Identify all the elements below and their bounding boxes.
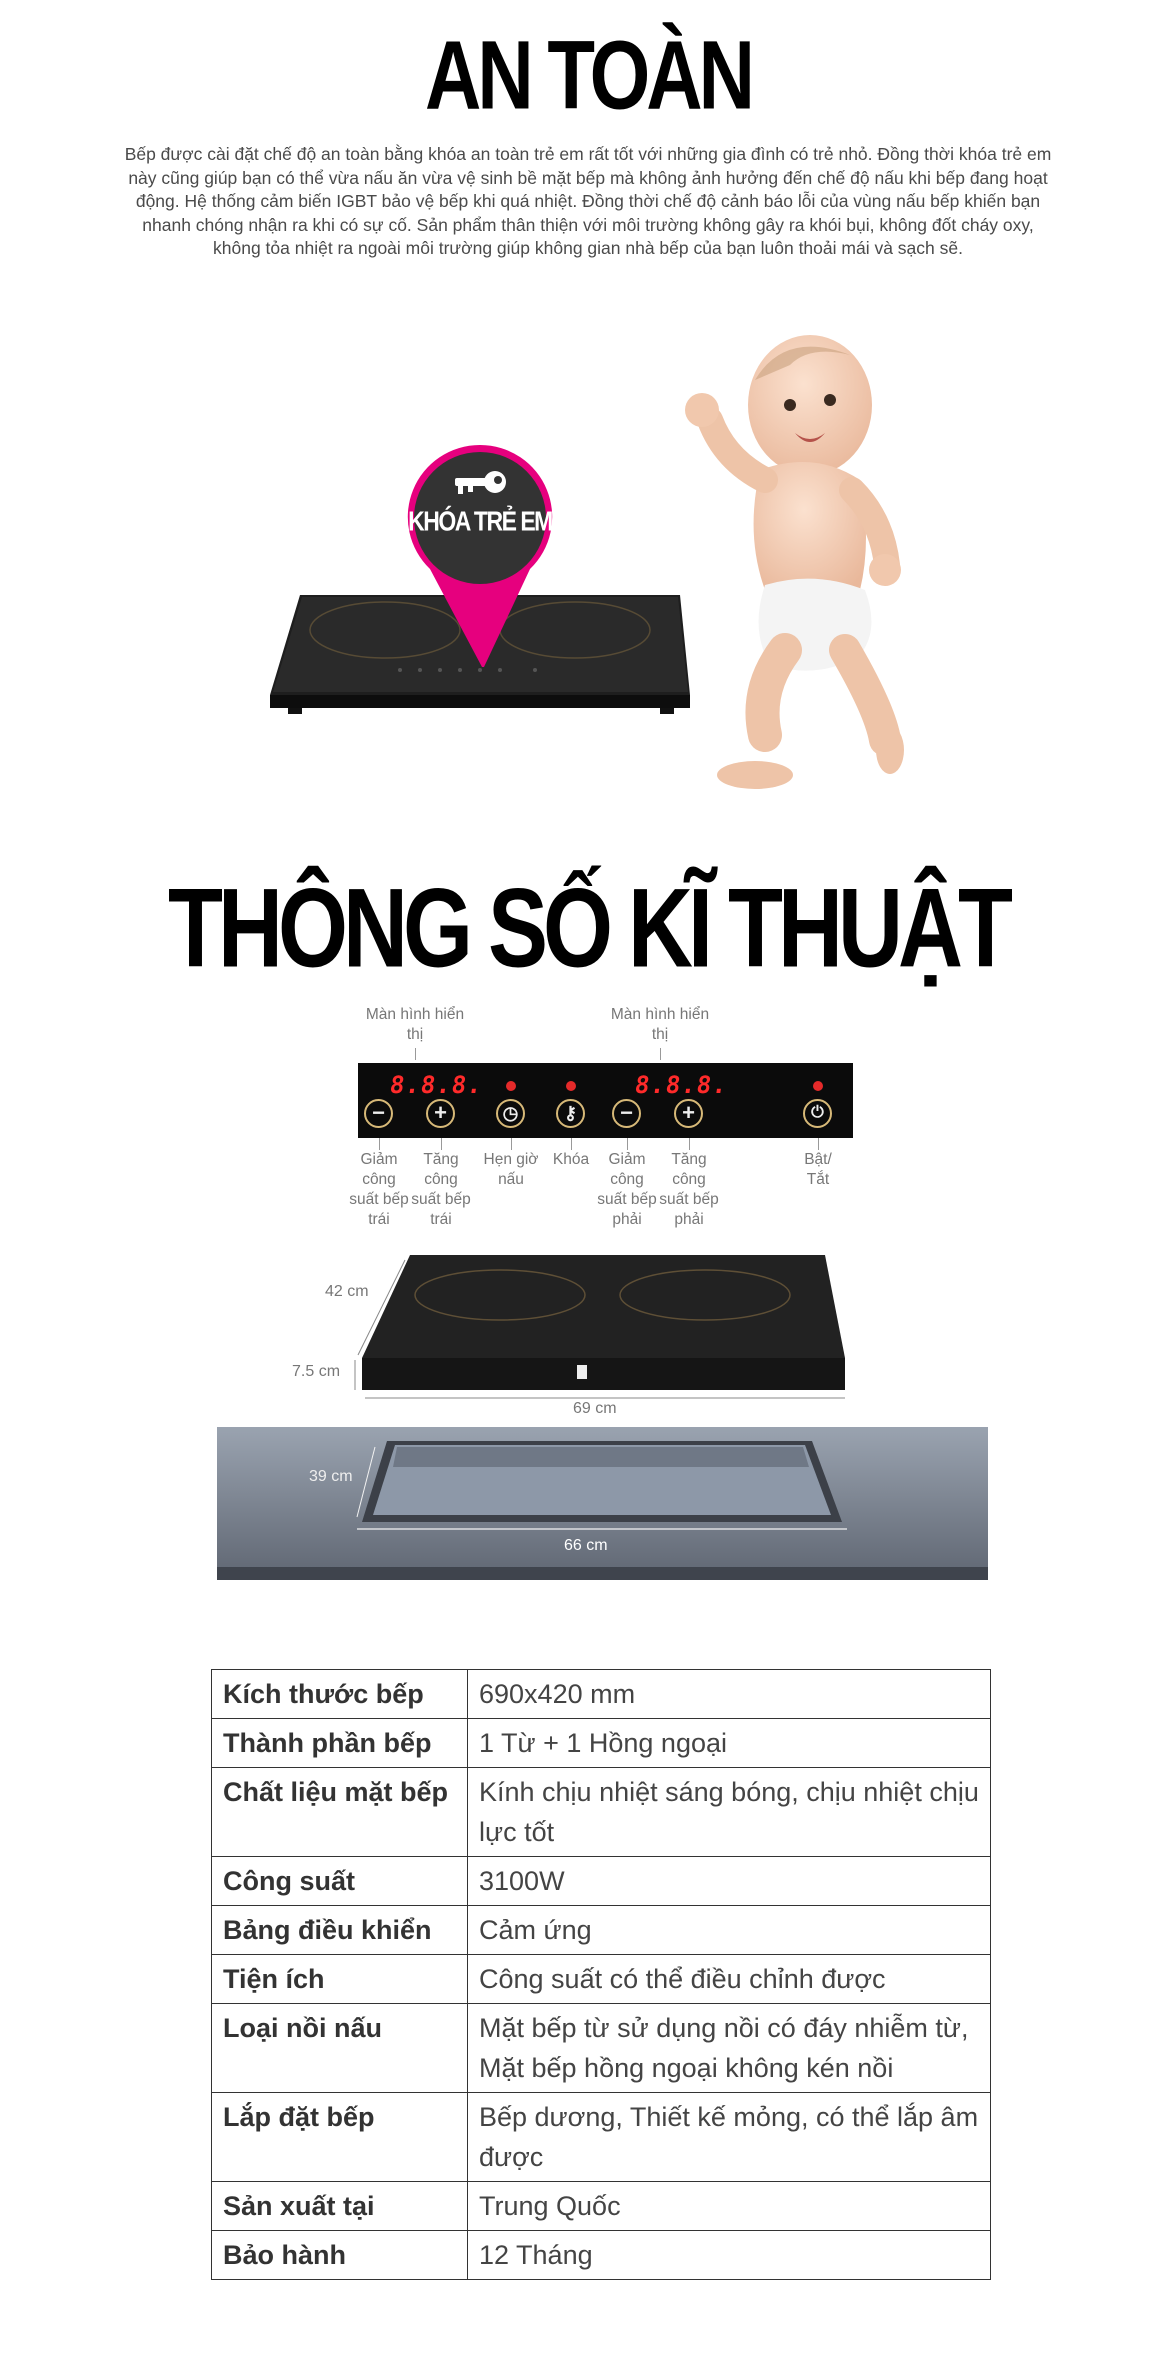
control-label-power-down-right: Giảm công suất bếp phải	[597, 1151, 657, 1228]
table-row: Tiện ích Công suất có thể điều chỉnh được	[211, 1954, 991, 2004]
safety-title: AN TOÀN	[425, 19, 755, 130]
baby-image	[685, 335, 904, 789]
safety-paragraph: Bếp được cài đặt chế độ an toàn bằng khó…	[124, 144, 1052, 258]
table-row: Loại nồi nấu Mặt bếp từ sử dụng nồi có đá…	[211, 2003, 991, 2093]
spec-value: 12 Tháng	[467, 2230, 991, 2280]
control-label-power-up-right: Tăng công suất bếp phải	[659, 1151, 719, 1228]
timer-button[interactable]: ◷	[496, 1099, 525, 1128]
power-toggle-button[interactable]: ⏻	[803, 1099, 832, 1128]
spec-table: Kích thước bếp 690x420 mm Thành phần bếp 1 …	[211, 1669, 991, 2280]
power-up-left-button[interactable]: +	[426, 1099, 455, 1128]
spec-value: Công suất có thể điều chỉnh được	[467, 1954, 991, 2004]
control-label-power-down-left: Giảm công suất bếp trái	[349, 1151, 409, 1228]
power-down-right-button[interactable]: −	[612, 1099, 641, 1128]
control-label-power-toggle: Bật/ Tắt	[804, 1151, 832, 1188]
table-row: Bảng điều khiển Cảm ứng	[211, 1905, 991, 1955]
spec-key: Công suất	[211, 1856, 468, 1906]
cooktop-dimension-image	[354, 1255, 845, 1399]
table-row: Sản xuất tại Trung Quốc	[211, 2181, 991, 2231]
table-row: Chất liệu mặt bếp Kính chịu nhiệt sáng bó…	[211, 1767, 991, 1857]
table-row: Kích thước bếp 690x420 mm	[211, 1669, 991, 1719]
spec-value: 3100W	[467, 1856, 991, 1906]
lock-button[interactable]: ⚷	[556, 1099, 585, 1128]
power-down-left-button[interactable]: −	[364, 1099, 393, 1128]
control-label-lock: Khóa	[552, 1151, 590, 1168]
height-label: 7.5 cm	[292, 1363, 341, 1380]
spec-title: THÔNG SỐ KĨ THUẬT	[168, 866, 1013, 992]
spec-key: Bảng điều khiển	[211, 1905, 468, 1955]
width-label: 69 cm	[573, 1400, 617, 1417]
spec-value: Mặt bếp từ sử dụng nồi có đáy nhiễm từ, …	[467, 2003, 991, 2093]
spec-key: Loại nồi nấu	[211, 2003, 468, 2093]
display-right-label: Màn hình hiển thị	[610, 1006, 710, 1043]
spec-key: Thành phần bếp	[211, 1718, 468, 1768]
table-row: Công suất 3100W	[211, 1856, 991, 1906]
display-left: 8.8.8.	[388, 1071, 485, 1099]
spec-key: Sản xuất tại	[211, 2181, 468, 2231]
cutout-width-label: 66 cm	[564, 1537, 608, 1554]
control-label-power-up-left: Tăng công suất bếp trái	[411, 1151, 471, 1228]
spec-value: Kính chịu nhiệt sáng bóng, chịu nhiệt ch…	[467, 1767, 991, 1857]
table-row: Thành phần bếp 1 Từ + 1 Hồng ngoại	[211, 1718, 991, 1768]
spec-key: Tiện ích	[211, 1954, 468, 2004]
control-panel: 8.8.8. 8.8.8. − + ◷ ⚷ − + ⏻	[358, 1063, 853, 1138]
spec-key: Chất liệu mặt bếp	[211, 1767, 468, 1857]
display-left-label: Màn hình hiển thị	[365, 1006, 465, 1043]
cutout-dimension-image	[217, 1427, 988, 1580]
table-row: Lắp đặt bếp Bếp dương, Thiết kế mỏng, có …	[211, 2092, 991, 2182]
spec-key: Kích thước bếp	[211, 1669, 468, 1719]
pin-label: KHÓA TRẺ EM	[408, 505, 553, 537]
power-up-right-button[interactable]: +	[674, 1099, 703, 1128]
control-label-timer: Hẹn giờ nấu	[483, 1151, 539, 1188]
spec-key: Bảo hành	[211, 2230, 468, 2280]
spec-key: Lắp đặt bếp	[211, 2092, 468, 2182]
spec-value: 690x420 mm	[467, 1669, 991, 1719]
spec-value: Cảm ứng	[467, 1905, 991, 1955]
depth-label: 42 cm	[325, 1283, 369, 1300]
spec-value: Bếp dương, Thiết kế mỏng, có thể lắp âm …	[467, 2092, 991, 2182]
table-row: Bảo hành 12 Tháng	[211, 2230, 991, 2280]
spec-value: 1 Từ + 1 Hồng ngoại	[467, 1718, 991, 1768]
cutout-depth-label: 39 cm	[309, 1468, 353, 1485]
display-right: 8.8.8.	[633, 1071, 730, 1099]
spec-value: Trung Quốc	[467, 2181, 991, 2231]
